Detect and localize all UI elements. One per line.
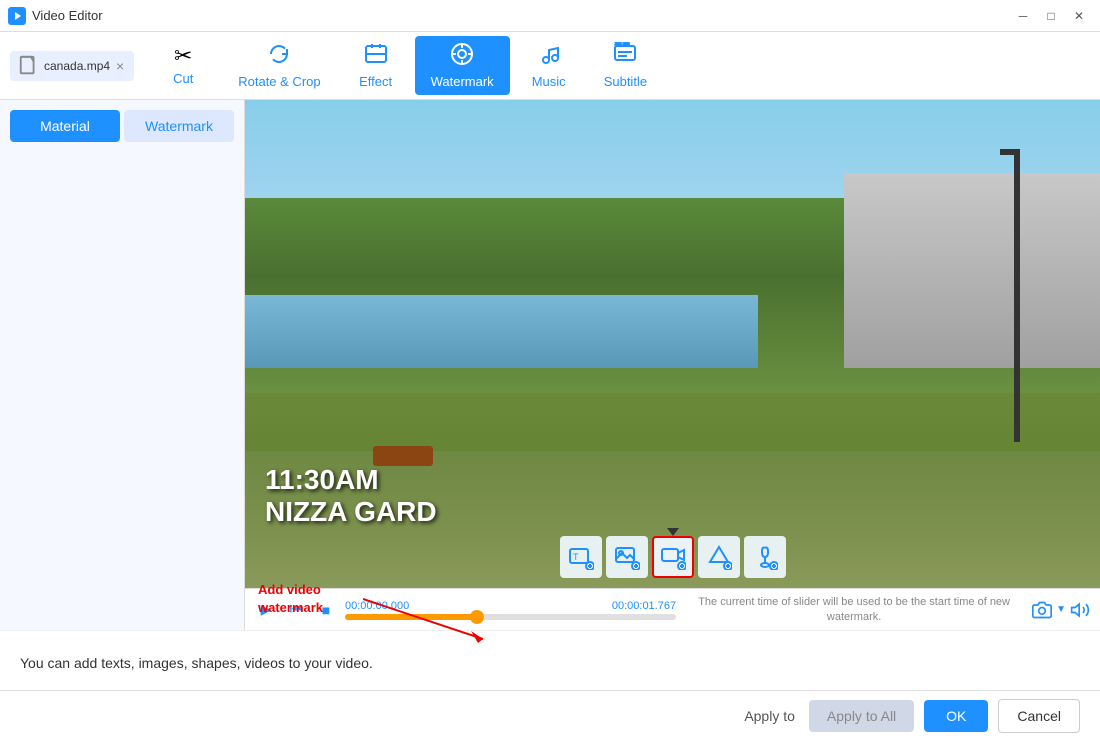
tab-rotate-label: Rotate & Crop — [238, 74, 320, 89]
timeline-message: The current time of slider will be used … — [684, 595, 1024, 624]
add-video-watermark-button[interactable] — [652, 536, 694, 578]
file-name: canada.mp4 — [44, 59, 110, 73]
timeline-bar-area: 00:00:00.000 00:00:01.767 — [345, 600, 676, 620]
bottom-content: Add video watermark You can add texts, i… — [0, 630, 1100, 690]
tab-subtitle-label: Subtitle — [604, 74, 647, 89]
svg-text:SUB: SUB — [615, 42, 630, 48]
title-bar-left: Video Editor — [8, 7, 103, 25]
add-video-icon — [660, 544, 686, 570]
add-text-watermark-button[interactable]: T — [560, 536, 602, 578]
play-button[interactable]: ▶ — [255, 599, 277, 621]
timeline-start: 00:00:00.000 — [345, 600, 409, 612]
cut-icon: ✂ — [174, 45, 192, 67]
effect-icon — [364, 42, 388, 70]
app-title: Video Editor — [32, 8, 103, 23]
video-frame: 11:30AM NIZZA GARD — [245, 100, 1100, 588]
volume-icon — [1070, 600, 1090, 620]
tab-effect[interactable]: Effect — [341, 36, 411, 95]
add-other-icon — [752, 544, 778, 570]
title-bar: Video Editor ─ □ ✕ — [0, 0, 1100, 32]
step-back-button[interactable]: ⏮ — [285, 599, 307, 621]
add-other-watermark-button[interactable] — [744, 536, 786, 578]
timeline-row: ▶ ⏮ ■ 00:00:00.000 00:00:01.767 The curr… — [245, 588, 1100, 630]
watermark-toolbar: T — [560, 536, 786, 578]
file-tab: canada.mp4 × — [10, 51, 134, 81]
watermark-icon — [450, 42, 474, 70]
add-shape-icon — [706, 544, 732, 570]
video-location-text: NIZZA GARD — [265, 496, 437, 528]
restore-button[interactable]: □ — [1038, 5, 1064, 27]
main-layout: Material Watermark — [0, 100, 1100, 630]
sidebar-material-tab[interactable]: Material — [10, 110, 120, 142]
timeline-progress — [345, 614, 477, 620]
svg-text:T: T — [573, 552, 579, 562]
apply-all-button[interactable]: Apply to All — [809, 700, 914, 732]
video-time-text: 11:30AM — [265, 464, 437, 496]
sidebar-tabs: Material Watermark — [10, 110, 234, 142]
nav-tabs: canada.mp4 × ✂ Cut Rotate & Crop Effect … — [0, 32, 1100, 100]
tab-effect-label: Effect — [359, 74, 392, 89]
video-overlay-text: 11:30AM NIZZA GARD — [265, 464, 437, 528]
sidebar-watermark-tab[interactable]: Watermark — [124, 110, 234, 142]
app-icon — [8, 7, 26, 25]
buildings-bg — [844, 173, 1100, 368]
add-shape-watermark-button[interactable] — [698, 536, 740, 578]
minimize-button[interactable]: ─ — [1010, 5, 1036, 27]
footer-buttons: Apply to Apply to All OK Cancel — [0, 690, 1100, 740]
file-close-button[interactable]: × — [114, 58, 126, 74]
tab-rotate[interactable]: Rotate & Crop — [222, 36, 336, 95]
file-icon — [18, 55, 40, 77]
tab-subtitle[interactable]: SUB Subtitle — [588, 36, 663, 95]
video-section: 11:30AM NIZZA GARD T — [245, 100, 1100, 630]
tab-music-label: Music — [532, 74, 566, 89]
tab-watermark-label: Watermark — [431, 74, 494, 89]
rotate-icon — [267, 42, 291, 70]
stop-button[interactable]: ■ — [315, 599, 337, 621]
ok-button[interactable]: OK — [924, 700, 988, 732]
add-image-icon — [614, 544, 640, 570]
bench — [373, 446, 433, 466]
video-area: 11:30AM NIZZA GARD T — [245, 100, 1100, 588]
timeline-times: 00:00:00.000 00:00:01.767 — [345, 600, 676, 612]
timeline-bar[interactable] — [345, 614, 676, 620]
apply-to-label: Apply to — [744, 708, 795, 724]
water-bg — [245, 295, 758, 368]
tab-music[interactable]: Music — [514, 36, 584, 95]
title-controls: ─ □ ✕ — [1010, 5, 1092, 27]
lamppost — [1014, 149, 1020, 442]
tab-cut[interactable]: ✂ Cut — [148, 39, 218, 92]
subtitle-icon: SUB — [613, 42, 637, 70]
music-icon — [537, 42, 561, 70]
bottom-description: You can add texts, images, shapes, video… — [20, 655, 373, 671]
tab-watermark[interactable]: Watermark — [415, 36, 510, 95]
camera-chevron: ▼ — [1056, 604, 1066, 615]
timeline-end: 00:00:01.767 — [612, 600, 676, 612]
add-image-watermark-button[interactable] — [606, 536, 648, 578]
timeline-thumb — [470, 610, 484, 624]
sidebar: Material Watermark — [0, 100, 245, 630]
dropdown-arrow-icon — [667, 528, 679, 536]
close-button[interactable]: ✕ — [1066, 5, 1092, 27]
timeline-bar-row — [345, 614, 676, 620]
camera-icon — [1032, 600, 1052, 620]
tab-cut-label: Cut — [173, 71, 193, 86]
add-text-icon: T — [568, 544, 594, 570]
timeline-camera[interactable]: ▼ — [1032, 600, 1090, 620]
cancel-button[interactable]: Cancel — [998, 699, 1080, 733]
